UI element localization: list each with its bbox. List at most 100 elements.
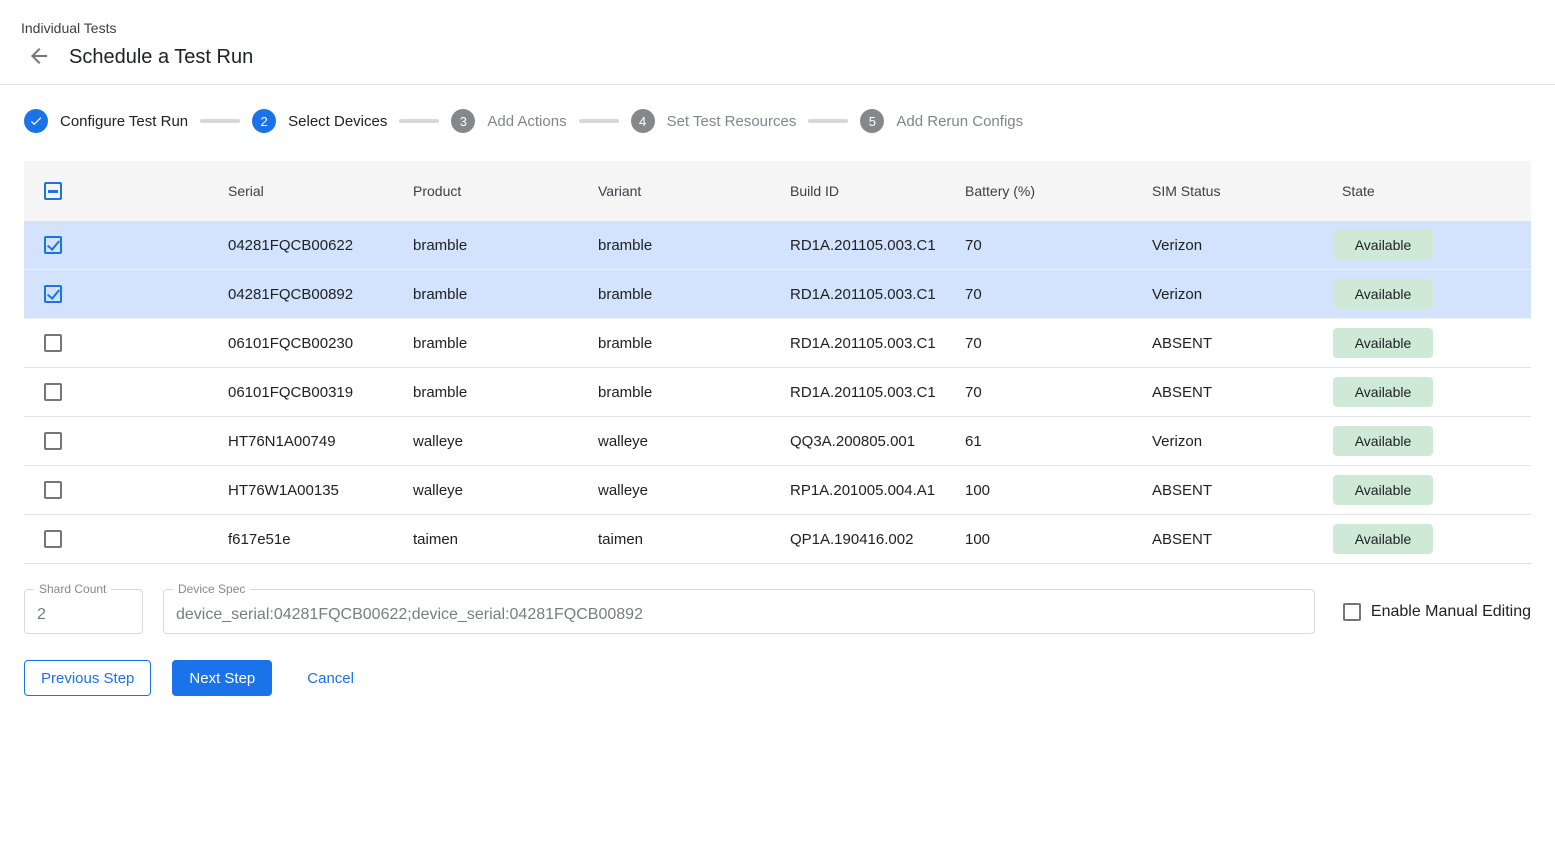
step-indicator: 4 xyxy=(631,109,655,133)
table-header-row: Serial Product Variant Build ID Battery … xyxy=(24,161,1531,221)
cell-product: taimen xyxy=(413,531,598,548)
cell-build-id: RD1A.201105.003.C1 xyxy=(790,286,965,303)
row-checkbox[interactable] xyxy=(44,432,62,450)
cell-build-id: RD1A.201105.003.C1 xyxy=(790,237,965,254)
step-connector xyxy=(579,119,619,123)
state-badge: Available xyxy=(1333,426,1433,456)
cell-build-id: QQ3A.200805.001 xyxy=(790,433,965,450)
step-label: Add Actions xyxy=(487,113,566,130)
shard-count-field: Shard Count xyxy=(24,589,143,634)
column-header-sim: SIM Status xyxy=(1152,183,1333,199)
cell-serial: 04281FQCB00892 xyxy=(228,286,413,303)
cell-variant: bramble xyxy=(598,237,790,254)
step-indicator: 5 xyxy=(860,109,884,133)
row-checkbox[interactable] xyxy=(44,383,62,401)
cell-serial: HT76N1A00749 xyxy=(228,433,413,450)
row-checkbox[interactable] xyxy=(44,285,62,303)
stepper-step[interactable]: 4 Set Test Resources xyxy=(631,109,797,133)
stepper-step[interactable]: 2 Select Devices xyxy=(252,109,387,133)
cell-sim: ABSENT xyxy=(1152,384,1333,401)
cell-serial: 06101FQCB00319 xyxy=(228,384,413,401)
device-spec-input[interactable] xyxy=(164,590,1314,633)
cell-variant: bramble xyxy=(598,335,790,352)
cell-battery: 61 xyxy=(965,433,1152,450)
cell-battery: 100 xyxy=(965,482,1152,499)
cell-build-id: RD1A.201105.003.C1 xyxy=(790,335,965,352)
cell-build-id: QP1A.190416.002 xyxy=(790,531,965,548)
state-badge: Available xyxy=(1333,230,1433,260)
device-row[interactable]: 04281FQCB00892 bramble bramble RD1A.2011… xyxy=(24,270,1531,319)
back-button[interactable] xyxy=(27,45,51,69)
cell-variant: bramble xyxy=(598,286,790,303)
step-connector xyxy=(399,119,439,123)
shard-count-label: Shard Count xyxy=(34,582,111,596)
cell-serial: f617e51e xyxy=(228,531,413,548)
device-table: Serial Product Variant Build ID Battery … xyxy=(24,161,1531,564)
breadcrumb: Individual Tests xyxy=(21,20,1555,36)
cell-sim: Verizon xyxy=(1152,237,1333,254)
state-badge: Available xyxy=(1333,524,1433,554)
state-badge: Available xyxy=(1333,377,1433,407)
step-connector xyxy=(808,119,848,123)
device-row[interactable]: 06101FQCB00230 bramble bramble RD1A.2011… xyxy=(24,319,1531,368)
device-row[interactable]: HT76N1A00749 walleye walleye QQ3A.200805… xyxy=(24,417,1531,466)
device-row[interactable]: f617e51e taimen taimen QP1A.190416.002 1… xyxy=(24,515,1531,564)
cell-serial: 04281FQCB00622 xyxy=(228,237,413,254)
wizard-actions: Previous Step Next Step Cancel xyxy=(24,660,1555,696)
cell-battery: 70 xyxy=(965,384,1152,401)
device-row[interactable]: 06101FQCB00319 bramble bramble RD1A.2011… xyxy=(24,368,1531,417)
cell-sim: Verizon xyxy=(1152,286,1333,303)
cell-variant: walleye xyxy=(598,433,790,450)
select-all-checkbox[interactable] xyxy=(44,182,62,200)
cell-product: walleye xyxy=(413,482,598,499)
cell-serial: HT76W1A00135 xyxy=(228,482,413,499)
row-checkbox[interactable] xyxy=(44,530,62,548)
cancel-button[interactable]: Cancel xyxy=(291,660,370,696)
page-title: Schedule a Test Run xyxy=(69,46,253,69)
next-step-button[interactable]: Next Step xyxy=(172,660,272,696)
state-badge: Available xyxy=(1333,279,1433,309)
enable-manual-editing-checkbox[interactable] xyxy=(1343,603,1361,621)
cell-sim: ABSENT xyxy=(1152,335,1333,352)
previous-step-button[interactable]: Previous Step xyxy=(24,660,151,696)
row-checkbox[interactable] xyxy=(44,481,62,499)
row-checkbox[interactable] xyxy=(44,236,62,254)
sharding-form: Shard Count Device Spec Enable Manual Ed… xyxy=(24,589,1531,634)
cell-sim: ABSENT xyxy=(1152,482,1333,499)
check-icon xyxy=(29,114,43,128)
cell-variant: walleye xyxy=(598,482,790,499)
stepper-step[interactable]: 5 Add Rerun Configs xyxy=(860,109,1023,133)
column-header-battery: Battery (%) xyxy=(965,183,1152,199)
enable-manual-editing-toggle[interactable]: Enable Manual Editing xyxy=(1343,603,1531,621)
column-header-state: State xyxy=(1333,183,1531,199)
device-spec-label: Device Spec xyxy=(173,582,250,596)
cell-product: bramble xyxy=(413,237,598,254)
cell-product: walleye xyxy=(413,433,598,450)
cell-serial: 06101FQCB00230 xyxy=(228,335,413,352)
table-body: 04281FQCB00622 bramble bramble RD1A.2011… xyxy=(24,221,1531,564)
cell-sim: ABSENT xyxy=(1152,531,1333,548)
cell-variant: bramble xyxy=(598,384,790,401)
page-header: Individual Tests Schedule a Test Run xyxy=(0,0,1555,69)
wizard-stepper: Configure Test Run 2 Select Devices 3 Ad… xyxy=(24,109,1555,133)
cell-battery: 70 xyxy=(965,335,1152,352)
step-indicator: 2 xyxy=(252,109,276,133)
step-label: Configure Test Run xyxy=(60,113,188,130)
enable-manual-editing-label: Enable Manual Editing xyxy=(1371,603,1531,621)
cell-build-id: RP1A.201005.004.A1 xyxy=(790,482,965,499)
cell-battery: 100 xyxy=(965,531,1152,548)
step-label: Add Rerun Configs xyxy=(896,113,1023,130)
stepper-step[interactable]: Configure Test Run xyxy=(24,109,188,133)
step-connector xyxy=(200,119,240,123)
header-divider xyxy=(0,84,1555,85)
row-checkbox[interactable] xyxy=(44,334,62,352)
cell-product: bramble xyxy=(413,286,598,303)
stepper-step[interactable]: 3 Add Actions xyxy=(451,109,566,133)
shard-count-input[interactable] xyxy=(25,590,142,633)
cell-variant: taimen xyxy=(598,531,790,548)
step-label: Select Devices xyxy=(288,113,387,130)
state-badge: Available xyxy=(1333,328,1433,358)
state-badge: Available xyxy=(1333,475,1433,505)
device-row[interactable]: HT76W1A00135 walleye walleye RP1A.201005… xyxy=(24,466,1531,515)
device-row[interactable]: 04281FQCB00622 bramble bramble RD1A.2011… xyxy=(24,221,1531,270)
